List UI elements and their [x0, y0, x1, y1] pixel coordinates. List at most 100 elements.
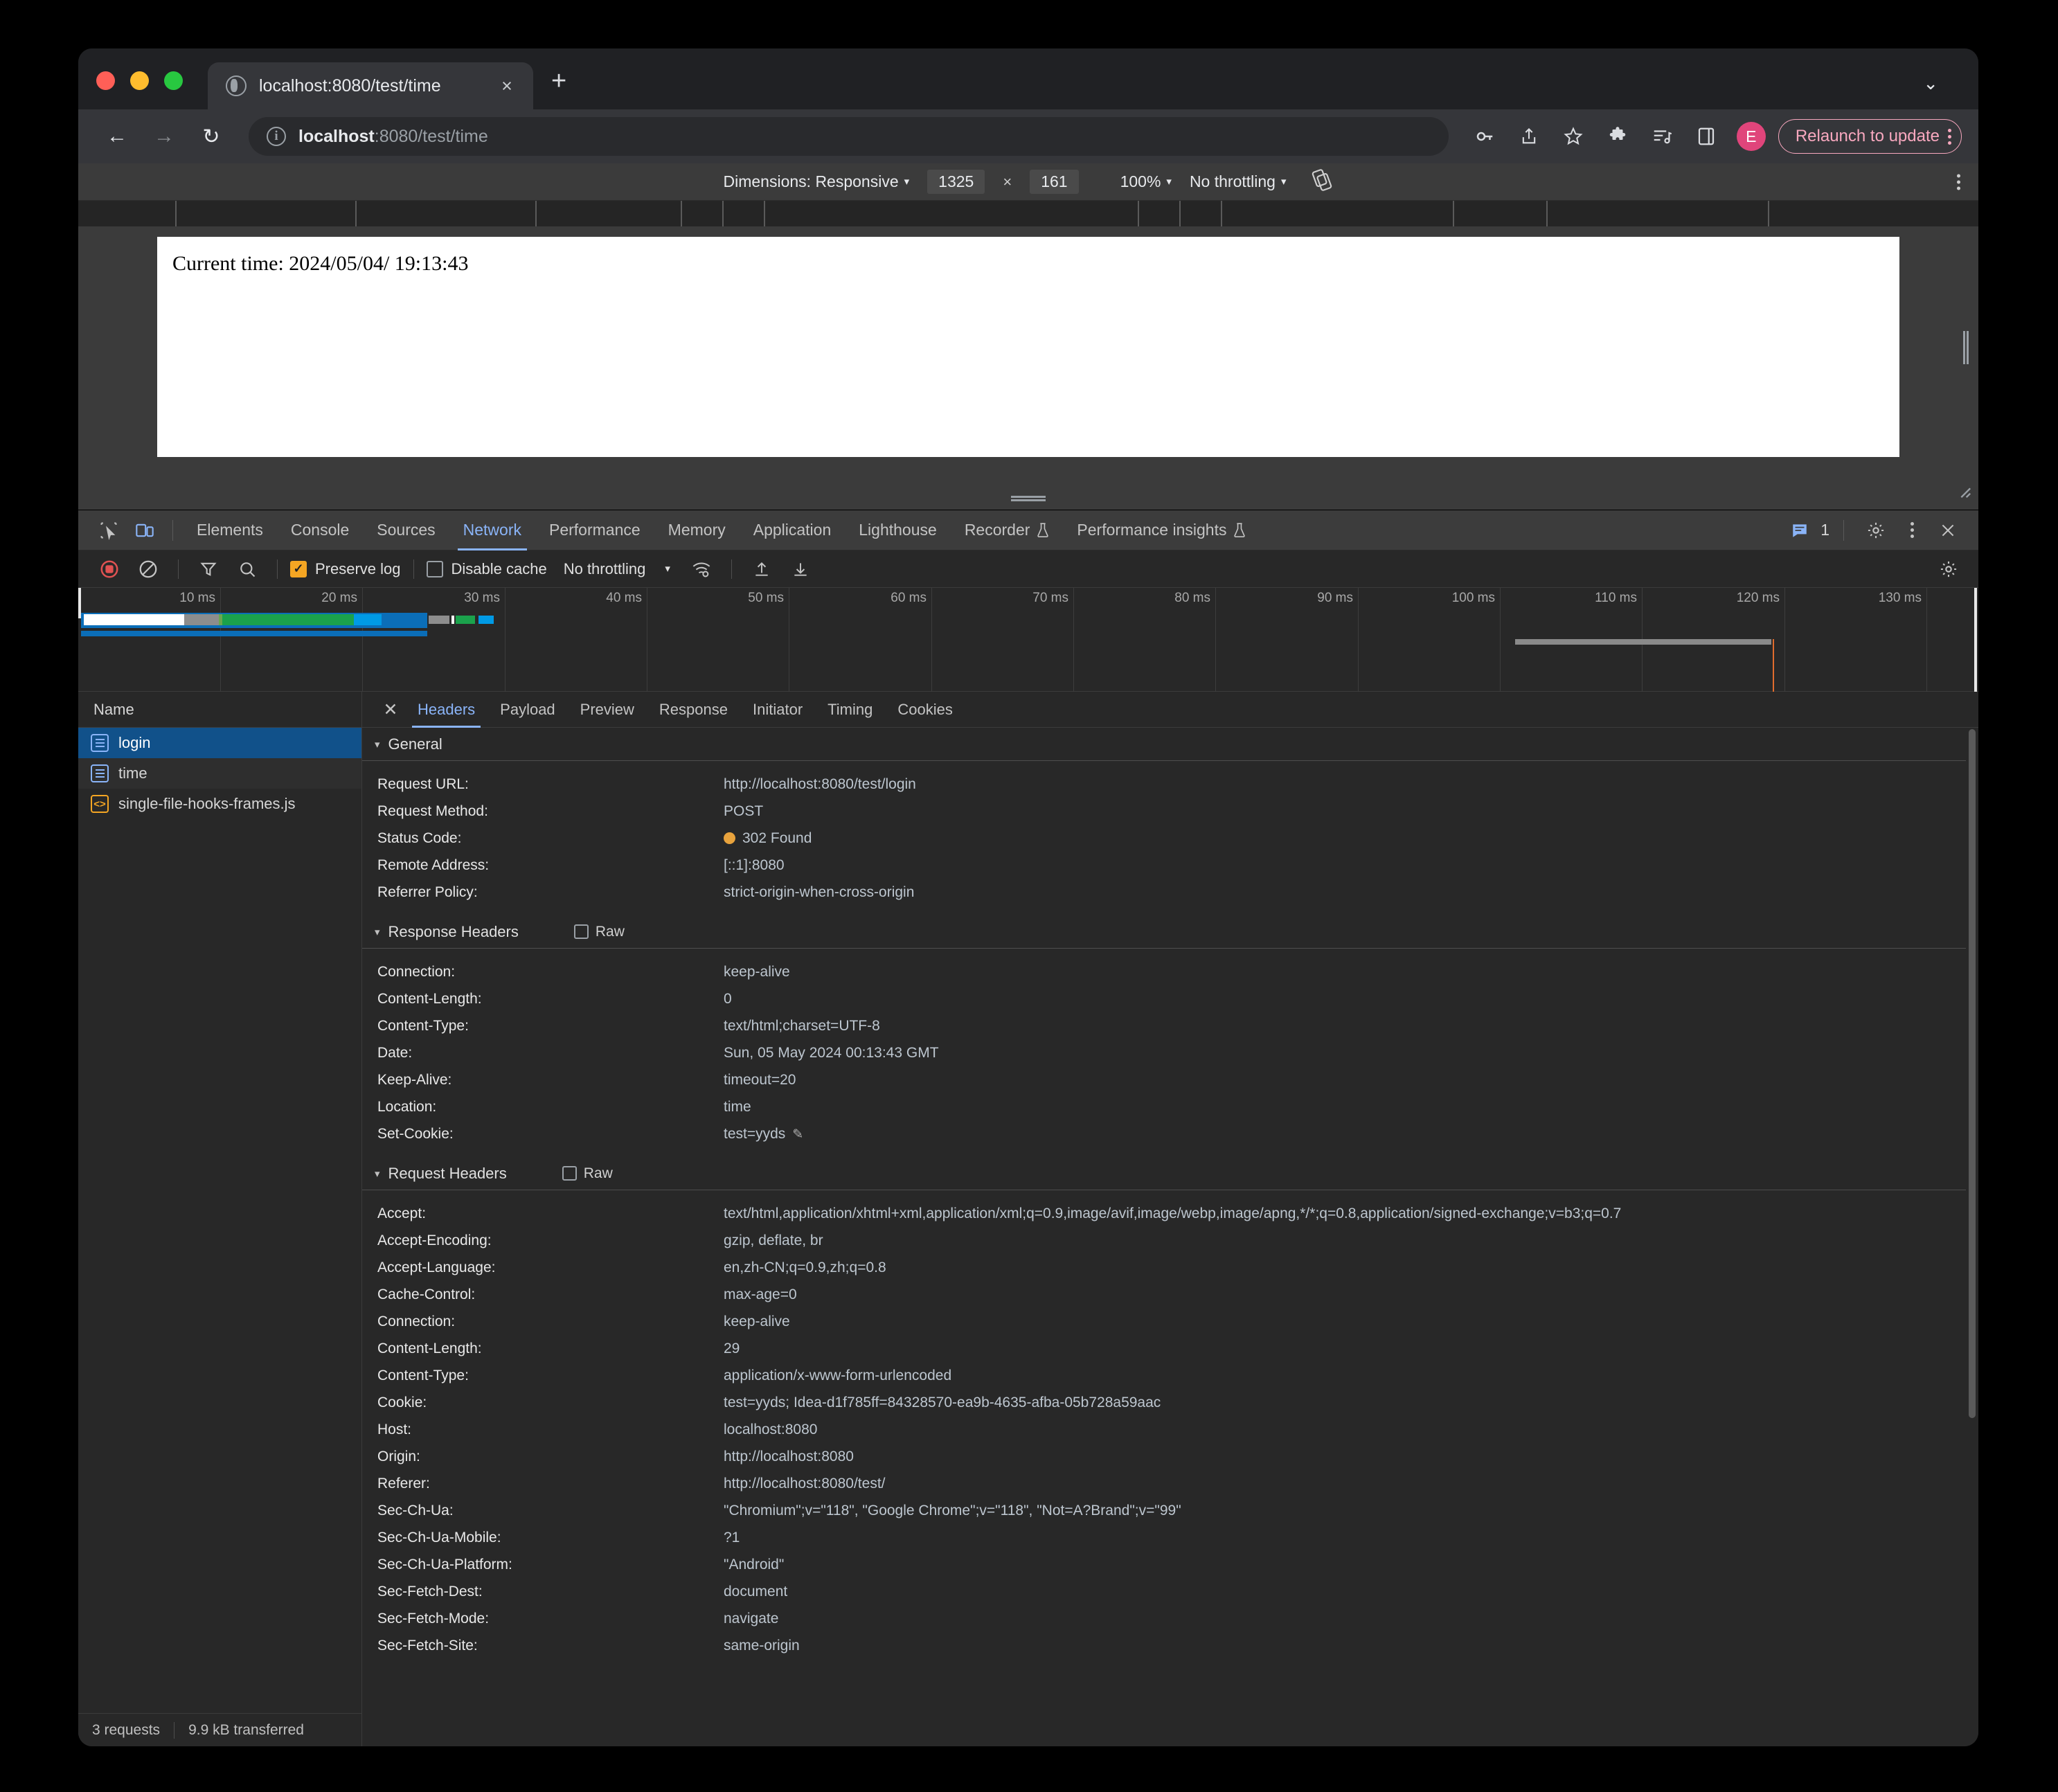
disable-cache-checkbox[interactable]: Disable cache [427, 560, 547, 578]
extensions-puzzle-icon[interactable] [1600, 118, 1636, 154]
preserve-log-checkbox[interactable]: ✓ Preserve log [290, 560, 401, 578]
url-host: localhost [298, 127, 375, 146]
edit-pencil-icon[interactable]: ✎ [792, 1127, 803, 1142]
request-list-header[interactable]: Name [78, 692, 361, 728]
reading-list-icon[interactable] [1644, 118, 1680, 154]
devtools-resize-corner-icon[interactable] [1956, 483, 1971, 503]
tab-label: Console [291, 521, 349, 539]
tab-recorder[interactable]: Recorder [951, 510, 1064, 550]
section-header-response-headers[interactable]: ▾ Response Headers Raw [362, 915, 1966, 949]
site-info-icon[interactable]: i [267, 127, 286, 146]
header-key: Accept-Language: [377, 1260, 724, 1275]
tab-network[interactable]: Network [449, 510, 535, 550]
filter-icon[interactable] [191, 552, 226, 586]
detail-tab-payload[interactable]: Payload [487, 692, 568, 728]
network-overview-timeline[interactable]: 10 ms 20 ms 30 ms 40 ms 50 ms 60 ms 70 m… [78, 588, 1978, 692]
header-key: Content-Length: [377, 1341, 724, 1356]
minimize-window-button[interactable] [130, 71, 149, 90]
network-conditions-icon[interactable] [684, 552, 719, 586]
request-row-login[interactable]: login [78, 728, 361, 758]
detail-tab-headers[interactable]: Headers [405, 692, 487, 728]
more-menu-icon[interactable] [1948, 129, 1951, 145]
tab-label: Initiator [753, 701, 803, 719]
viewport-height-input[interactable]: 161 [1030, 170, 1078, 194]
section-header-request-headers[interactable]: ▾ Request Headers Raw [362, 1157, 1966, 1190]
ruler-tick [1138, 201, 1139, 226]
scrollbar-thumb[interactable] [1969, 729, 1976, 1418]
side-panel-icon[interactable] [1688, 118, 1724, 154]
viewport-resize-handle-right[interactable] [1963, 331, 1969, 364]
device-throttling-select[interactable]: No throttling ▾ [1190, 172, 1287, 191]
request-raw-checkbox[interactable]: Raw [562, 1165, 613, 1182]
zoom-label: 100% [1120, 172, 1161, 191]
password-key-icon[interactable] [1467, 118, 1503, 154]
devtools-tabbar: Elements Console Sources Network Perform… [78, 510, 1978, 550]
header-value: "Chromium";v="118", "Google Chrome";v="1… [724, 1503, 1181, 1518]
clear-requests-icon[interactable] [131, 552, 165, 586]
tab-memory[interactable]: Memory [654, 510, 740, 550]
network-throttling-select[interactable]: No throttling ▾ [564, 560, 670, 578]
header-value: gzip, deflate, br [724, 1233, 823, 1248]
divider [277, 559, 278, 579]
browser-tab[interactable]: localhost:8080/test/time × [208, 62, 533, 109]
rotate-device-icon[interactable] [1311, 169, 1333, 195]
forward-button[interactable]: → [145, 117, 184, 156]
new-tab-button[interactable]: + [551, 68, 566, 94]
zoom-select[interactable]: 100% ▾ [1120, 172, 1172, 191]
back-button[interactable]: ← [98, 117, 136, 156]
record-stop-icon[interactable] [92, 552, 127, 586]
section-header-general[interactable]: ▾ General [362, 728, 1966, 761]
network-settings-gear-icon[interactable] [1931, 552, 1966, 586]
timeline-tick-label: 20 ms [321, 591, 357, 606]
tab-application[interactable]: Application [740, 510, 845, 550]
tab-elements[interactable]: Elements [183, 510, 277, 550]
detail-tab-initiator[interactable]: Initiator [740, 692, 815, 728]
request-row-single-file-hooks-frames-js[interactable]: <> single-file-hooks-frames.js [78, 789, 361, 819]
devtools-panel: Elements Console Sources Network Perform… [78, 510, 1978, 1746]
tab-sources[interactable]: Sources [363, 510, 449, 550]
detail-tab-response[interactable]: Response [647, 692, 740, 728]
tab-label: Memory [668, 521, 726, 539]
detail-tab-cookies[interactable]: Cookies [885, 692, 965, 728]
devtools-more-options-icon[interactable] [1898, 512, 1926, 548]
timeline-tick-label: 80 ms [1174, 591, 1210, 606]
detail-tab-timing[interactable]: Timing [815, 692, 885, 728]
tab-performance[interactable]: Performance [535, 510, 654, 550]
bookmark-star-icon[interactable] [1555, 118, 1591, 154]
network-toolbar: ✓ Preserve log Disable cache No throttli… [78, 550, 1978, 588]
export-har-icon[interactable] [783, 552, 818, 586]
import-har-icon[interactable] [744, 552, 779, 586]
header-key: Content-Type: [377, 1368, 724, 1383]
close-window-button[interactable] [96, 71, 115, 90]
share-icon[interactable] [1511, 118, 1547, 154]
close-devtools-icon[interactable] [1930, 512, 1966, 548]
maximize-window-button[interactable] [164, 71, 183, 90]
request-row-time[interactable]: time [78, 758, 361, 789]
timeline-tick-label: 50 ms [748, 591, 784, 606]
device-more-options-icon[interactable] [1957, 174, 1960, 190]
tab-console[interactable]: Console [277, 510, 363, 550]
message-bubble-icon[interactable] [1786, 512, 1814, 548]
address-bar[interactable]: i localhost:8080/test/time [249, 117, 1449, 156]
detail-scrollbar[interactable] [1969, 729, 1976, 1742]
relaunch-to-update-button[interactable]: Relaunch to update [1778, 119, 1962, 154]
gear-icon[interactable] [1858, 512, 1894, 548]
search-icon[interactable] [230, 552, 265, 586]
chevron-down-icon[interactable]: ⌄ [1923, 73, 1938, 94]
reload-button[interactable]: ↻ [192, 117, 231, 156]
avatar[interactable]: E [1737, 122, 1766, 151]
header-row: Content-Type:application/x-www-form-urle… [362, 1362, 1966, 1389]
tab-lighthouse[interactable]: Lighthouse [845, 510, 951, 550]
tab-performance-insights[interactable]: Performance insights [1063, 510, 1260, 550]
detail-tab-preview[interactable]: Preview [568, 692, 647, 728]
toggle-device-toolbar-icon[interactable] [127, 512, 163, 548]
header-value: 29 [724, 1341, 740, 1356]
response-raw-checkbox[interactable]: Raw [574, 924, 625, 940]
timeline-end-handle[interactable] [1974, 588, 1977, 692]
close-icon[interactable]: × [494, 77, 519, 96]
inspect-element-icon[interactable] [91, 512, 127, 548]
viewport-width-input[interactable]: 1325 [927, 170, 985, 194]
close-detail-icon[interactable]: ✕ [376, 699, 405, 720]
device-preset-select[interactable]: Dimensions: Responsive ▾ [724, 172, 910, 191]
viewport-resize-handle-bottom[interactable] [1011, 496, 1046, 501]
